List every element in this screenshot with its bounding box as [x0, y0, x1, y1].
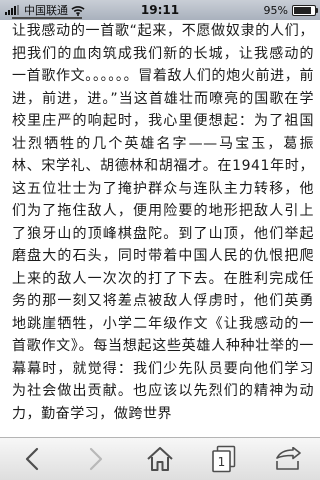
share-icon [276, 447, 301, 470]
article-scroll-area[interactable]: 让我感动的一首歌“起来，不愿做奴隶的人们，把我们的血肉筑成我们新的长城，让我感动… [12, 16, 314, 438]
battery-level [294, 6, 312, 14]
home-icon [147, 447, 173, 471]
battery-percent: 95% [263, 3, 288, 17]
back-arrow-icon [25, 447, 39, 471]
pages-count: 1 [218, 455, 226, 469]
pages-button[interactable]: 1 [192, 438, 256, 480]
home-button[interactable] [128, 438, 192, 480]
pages-icon: 1 [212, 445, 236, 473]
battery-icon [292, 4, 318, 16]
back-button[interactable] [0, 438, 64, 480]
forward-arrow-icon [89, 447, 103, 471]
forward-button[interactable] [64, 438, 128, 480]
article-text: 让我感动的一首歌“起来，不愿做奴隶的人们，把我们的血肉筑成我们新的长城，让我感动… [12, 23, 314, 422]
share-button[interactable] [256, 438, 320, 480]
browser-toolbar: 1 [0, 437, 320, 480]
